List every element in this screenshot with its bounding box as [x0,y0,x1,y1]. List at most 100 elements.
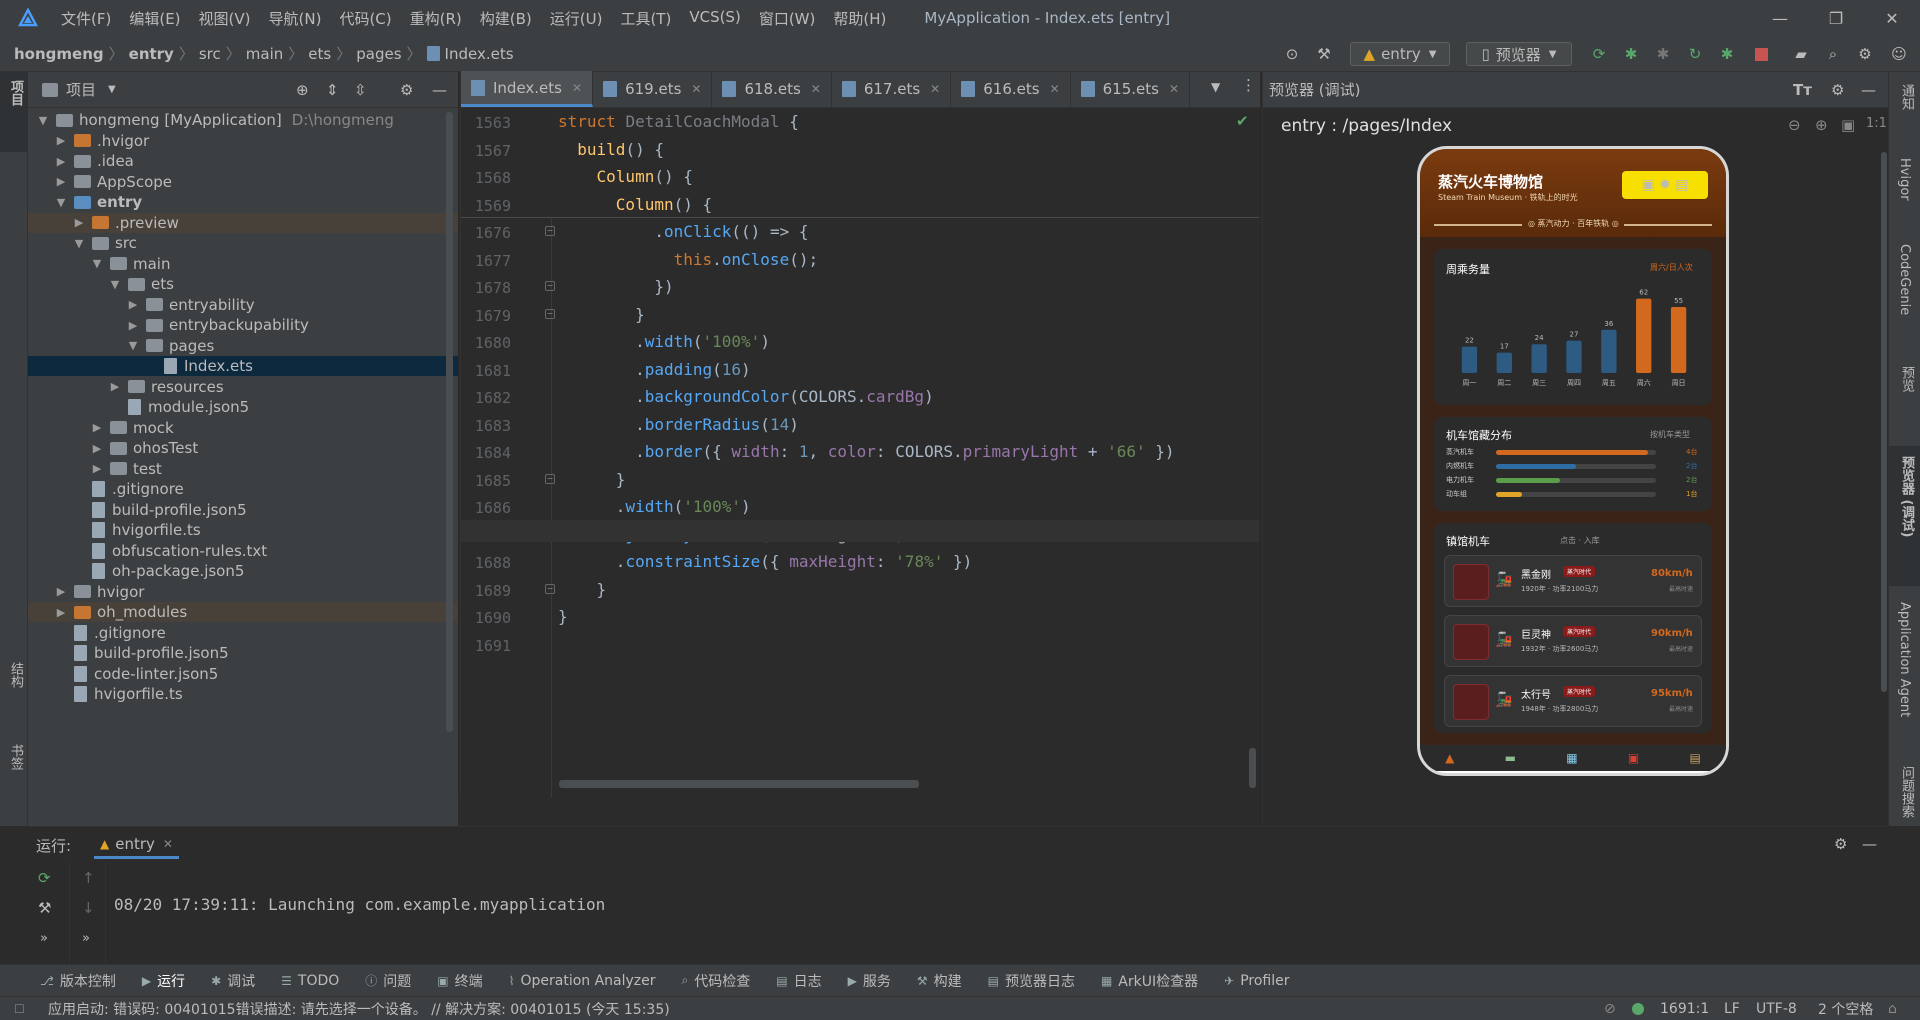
run-tab-entry[interactable]: ▲ entry ✕ [94,831,179,859]
status-message[interactable]: 应用启动: 错误码: 00401015错误描述: 请先选择一个设备。 // 解决… [48,999,670,1019]
bottom-tab-1[interactable]: ▶ 运行 [142,971,185,991]
caret-position[interactable]: 1691:1 [1660,1001,1709,1017]
bottom-tab-6[interactable]: ⌇ Operation Analyzer [509,973,656,989]
apply-changes-icon[interactable]: ↻ [1684,42,1706,66]
fold-marker-icon[interactable]: − [545,281,555,291]
bottom-tab-0[interactable]: ⎇ 版本控制 [40,971,116,991]
chevron-right-icon[interactable]: ▶ [90,421,104,434]
hammer-icon[interactable]: ⚒ [1314,42,1334,66]
actual-size-icon[interactable]: 1:1 [1866,116,1887,131]
module-dropdown[interactable]: ▲ entry ▼ [1350,42,1450,66]
bottom-tab-3[interactable]: ☰ TODO [281,973,339,989]
status-square-icon[interactable]: ☐ [14,1002,25,1016]
bottom-tab-4[interactable]: ⓘ 问题 [365,971,411,991]
more-icon[interactable]: » [82,931,90,946]
bottom-tab-2[interactable]: ✱ 调试 [211,971,255,991]
tree-item[interactable]: ▼ hongmeng [MyApplication] D:\hongmeng [28,110,458,130]
fold-marker-icon[interactable]: − [545,308,555,319]
vertical-scrollbar[interactable] [1249,748,1256,788]
tree-item[interactable]: Index.ets [28,356,458,376]
chevron-down-icon[interactable]: ▼ [108,278,122,291]
tree-item[interactable]: oh-package.json5 [28,561,458,581]
tool-issue-search[interactable]: 问题搜索 [1897,766,1916,826]
bottom-tab-12[interactable]: ▦ ArkUI检查器 [1101,971,1198,991]
tree-item[interactable]: hvigorfile.ts [28,684,458,704]
menu-item-3[interactable]: 导航(N) [260,8,331,29]
down-arrow-icon[interactable]: ↓ [82,899,95,917]
device-dropdown[interactable]: ▯ 预览器 ▼ [1466,42,1572,66]
more-icon[interactable]: » [40,931,48,946]
menu-item-7[interactable]: 运行(U) [541,8,612,29]
chevron-right-icon[interactable]: ▶ [90,462,104,475]
tree-item[interactable]: ▶ oh_modules [28,602,458,622]
tool-previewer-debug[interactable]: 预览器 (调试) [1897,456,1916,537]
tree-item[interactable]: .gitignore [28,479,458,499]
close-tab-icon[interactable]: ✕ [1169,82,1179,96]
tree-item[interactable]: ▼ entry [28,192,458,212]
tab-gift-icon[interactable]: ▣ [1628,751,1639,765]
stop-icon[interactable] [1750,42,1772,66]
folder-tool-icon[interactable]: ▰ [1790,42,1812,66]
project-title[interactable]: 项目 [66,79,96,100]
wrench-icon[interactable]: ⚒ [38,899,51,917]
tree-item[interactable]: ▶ AppScope [28,172,458,192]
tool-bookmarks[interactable]: 书签 [6,744,25,770]
target-icon[interactable]: ⊙ [1282,42,1302,66]
tree-item[interactable]: ▶ resources [28,377,458,397]
hide-panel-icon[interactable]: — [432,81,447,99]
tree-item[interactable]: ▼ src [28,233,458,253]
menu-item-10[interactable]: 窗口(W) [750,8,825,29]
gear-icon[interactable]: ⚙ [400,81,413,99]
tab-train-icon[interactable]: ▬ [1505,751,1516,765]
fold-marker-icon[interactable]: − [545,473,555,484]
bottom-tab-5[interactable]: ▣ 终端 [437,971,482,991]
chevron-down-icon[interactable]: ▼ [108,84,116,95]
train-item[interactable]: 🚂 巨灵神 蒸汽时代 1932年 · 功率2600马力 90km/h 最高时速 [1444,615,1702,667]
tree-item[interactable]: ▼ ets [28,274,458,294]
tree-item[interactable]: ▼ pages [28,336,458,356]
breadcrumb-item[interactable]: main [246,45,283,63]
breadcrumb-item[interactable]: Index.ets [445,45,514,63]
chevron-right-icon[interactable]: ▶ [54,175,68,188]
chevron-right-icon[interactable]: ▶ [126,319,140,332]
rerun-icon[interactable]: ⟳ [1588,42,1610,66]
tool-application-agent[interactable]: Application Agent [1897,602,1912,717]
project-scrollbar[interactable] [446,112,453,732]
zoom-in-icon[interactable]: ⊕ [1815,116,1828,134]
tab-616-ets[interactable]: 616.ets ✕ [951,71,1071,107]
breadcrumb-item[interactable]: hongmeng [14,45,104,63]
tab-619-ets[interactable]: 619.ets ✕ [593,71,713,107]
zoom-out-icon[interactable]: ⊖ [1788,116,1801,134]
gear-icon[interactable]: ⚙ [1834,835,1847,853]
code-area[interactable]: 1563 struct DetailCoachModal {1567 build(… [461,108,1259,798]
hide-panel-icon[interactable]: — [1861,81,1876,99]
breadcrumb-item[interactable]: pages [356,45,401,63]
tab-list-chevron-icon[interactable]: ▼ [1211,80,1220,94]
preview-scrollbar[interactable] [1881,152,1887,692]
tool-preview[interactable]: 预览 [1897,366,1916,392]
train-item[interactable]: 🚂 黑金刚 蒸汽时代 1920年 · 功率2100马力 80km/h 最高时速 [1444,555,1702,607]
tree-item[interactable]: ▶ .preview [28,212,458,233]
tool-notifications[interactable]: 通知 [1897,84,1916,110]
chevron-right-icon[interactable]: ▶ [54,606,68,619]
bottom-tab-9[interactable]: ▶ 服务 [848,971,891,991]
rerun-icon[interactable]: ⟳ [38,869,51,887]
attach-icon[interactable]: ✱ [1652,42,1674,66]
breadcrumb-item[interactable]: src [199,45,221,63]
chevron-down-icon[interactable]: ▼ [90,257,104,270]
maximize-button[interactable]: ❐ [1808,0,1864,36]
tab-615-ets[interactable]: 615.ets ✕ [1071,71,1191,107]
font-size-icon[interactable]: Tт [1793,81,1812,99]
tree-item[interactable]: code-linter.json5 [28,664,458,684]
no-power-icon[interactable]: ⊘ [1604,1001,1616,1017]
menu-item-5[interactable]: 重构(R) [401,8,471,29]
train-item[interactable]: 🚂 太行号 蒸汽时代 1948年 · 功率2800马力 95km/h 最高时速 [1444,675,1702,727]
chevron-right-icon[interactable]: ▶ [72,216,86,229]
status-ok-icon[interactable] [1632,1003,1644,1015]
account-icon[interactable]: ☺ [1888,42,1910,66]
bottom-tab-7[interactable]: ⌕ 代码检查 [682,971,751,991]
tree-item[interactable]: ▶ ohosTest [28,438,458,458]
close-tab-icon[interactable]: ✕ [572,81,582,95]
close-tab-icon[interactable]: ✕ [1050,82,1060,96]
breadcrumb-item[interactable]: ets [308,45,331,63]
